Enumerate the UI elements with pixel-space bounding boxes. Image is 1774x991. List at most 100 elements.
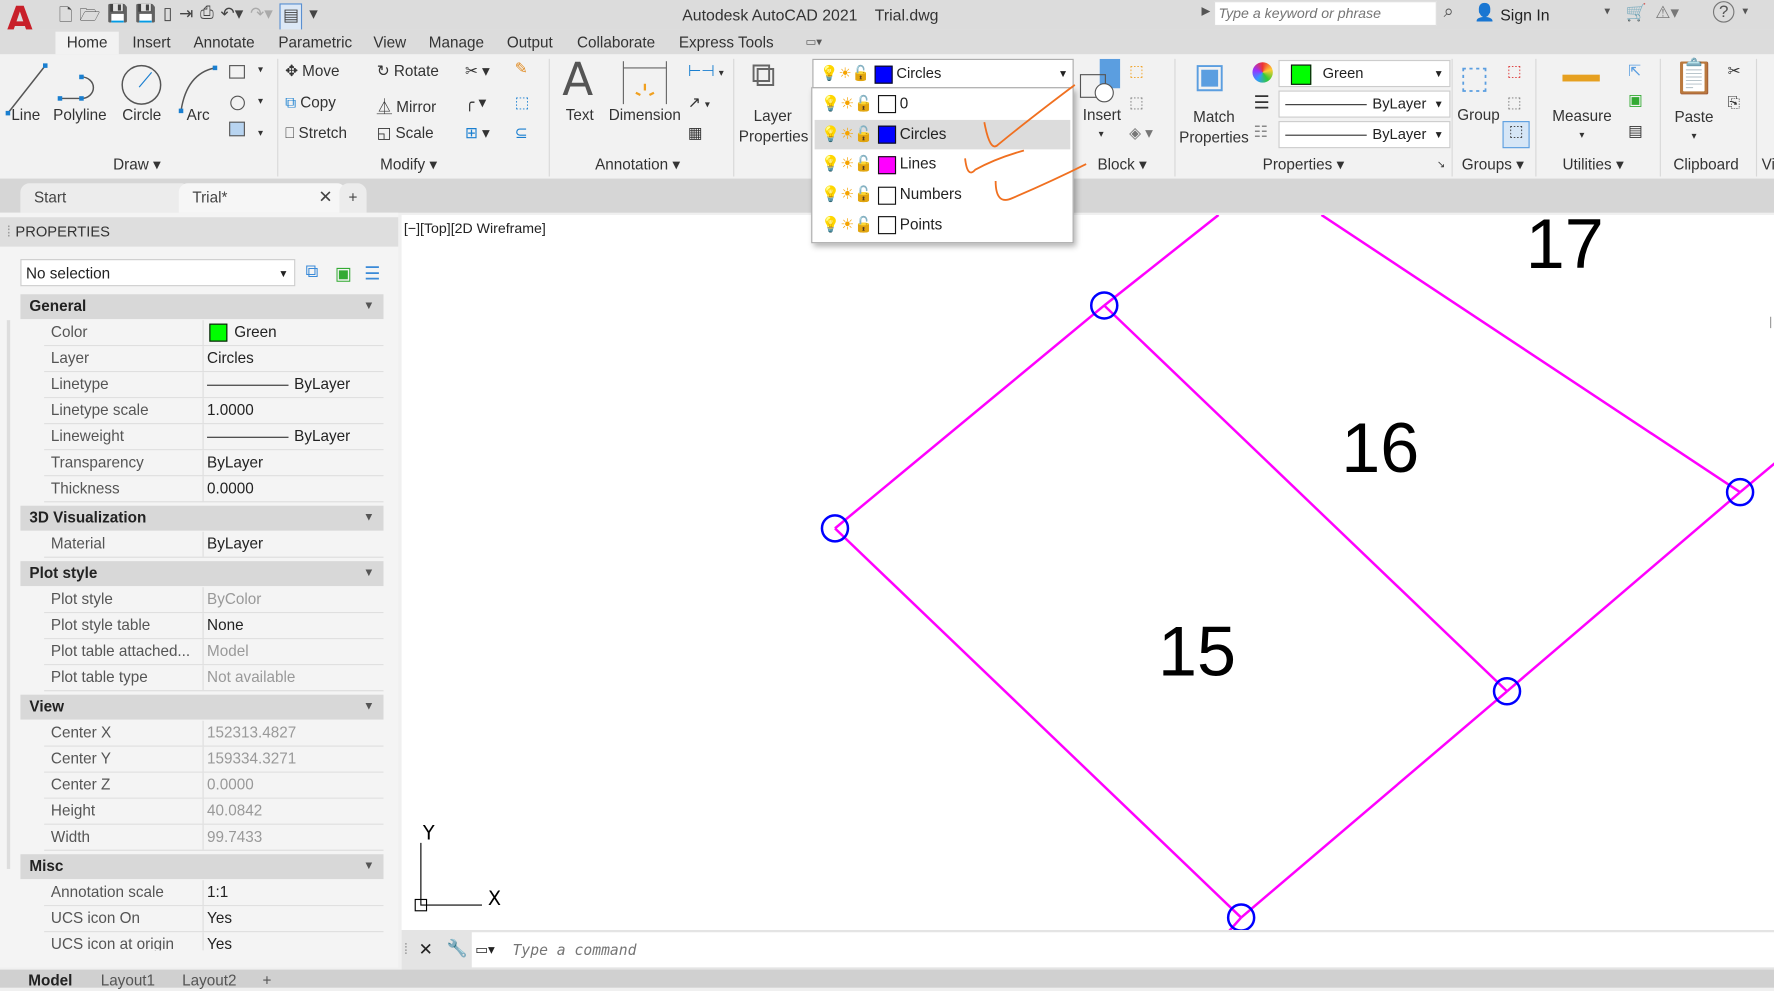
ellipse-dropdown-icon[interactable]: ▾ (258, 95, 263, 107)
select-all-icon[interactable]: ▣ (1628, 92, 1642, 110)
array-icon[interactable]: ⊞ ▾ (465, 124, 490, 142)
sign-in-link[interactable]: Sign In (1500, 6, 1549, 24)
close-icon[interactable]: ✕ (419, 939, 433, 959)
save-as-icon[interactable]: 💾 (135, 3, 156, 31)
measure-button[interactable]: Measure ▾ (1552, 107, 1611, 141)
group-selection-toggle[interactable]: ⬚ (1502, 121, 1530, 149)
tab-layout2[interactable]: Layout2 (182, 971, 236, 989)
plot-icon[interactable]: ⎙ (200, 3, 214, 31)
quick-select-icon[interactable]: ⇱ (1628, 62, 1641, 80)
section-misc[interactable]: Misc ▼ (20, 854, 384, 880)
drawing-viewport[interactable]: [−][Top][2D Wireframe] 15 16 17 X Y (401, 214, 1774, 931)
ucs-icon[interactable] (420, 842, 482, 906)
property-row[interactable]: Width 99.7433 (44, 824, 384, 851)
collapse-icon[interactable]: ▼ (363, 561, 374, 586)
tab-insert[interactable]: Insert (132, 32, 170, 55)
tab-parametric[interactable]: Parametric (278, 32, 352, 55)
redo-icon[interactable]: ↷▾ (250, 3, 273, 31)
attribute-icon[interactable]: ◈ ▾ (1129, 124, 1153, 142)
grip-icon[interactable]: ⁞ (404, 940, 408, 957)
tab-home[interactable]: Home (55, 31, 119, 55)
layer-properties-button[interactable]: Layer Properties (739, 106, 809, 147)
property-value[interactable]: 0.0000 (204, 773, 384, 798)
property-value[interactable]: ByLayer (204, 532, 384, 557)
property-row[interactable]: Linetype scale 1.0000 (44, 398, 384, 425)
search-input[interactable] (1213, 1, 1437, 27)
property-row[interactable]: Transparency ByLayer (44, 450, 384, 477)
property-row[interactable]: Center X 152313.4827 (44, 720, 384, 747)
property-value[interactable]: 0.0000 (204, 476, 384, 501)
copy-clip-icon[interactable]: ⎘ (1728, 94, 1740, 112)
command-input[interactable] (510, 936, 1194, 964)
mirror-button[interactable]: ⏅ Mirror (377, 94, 436, 117)
autodesk-app-icon[interactable]: ⚠▾ (1655, 2, 1679, 22)
property-row[interactable]: Thickness 0.0000 (44, 476, 384, 503)
property-row[interactable]: Annotation scale 1:1 (44, 880, 384, 907)
layer-item-numbers[interactable]: 💡☀🔓 Numbers (815, 180, 1071, 209)
layer-dropdown[interactable]: 💡☀🔓 Circles ▼ (812, 58, 1074, 89)
tab-model[interactable]: Model (28, 971, 72, 989)
number-label[interactable]: 17 (1526, 215, 1604, 283)
layer-item-0[interactable]: 💡☀🔓 0 (815, 89, 1071, 118)
line-segment[interactable] (1103, 214, 1220, 307)
rectangle-dropdown-icon[interactable]: ▾ (258, 63, 263, 75)
text-icon[interactable]: A (562, 54, 593, 106)
group-edit-icon[interactable]: ⬚ (1507, 94, 1521, 112)
group-button[interactable]: Group (1457, 106, 1499, 123)
line-segment[interactable] (1222, 916, 1243, 931)
expand-arrow-icon[interactable]: ▶ (1202, 6, 1211, 18)
properties-panel-label[interactable]: Properties ▾ (1263, 156, 1345, 174)
property-row[interactable]: Lineweight ByLayer (44, 424, 384, 451)
property-value[interactable]: Circles (204, 346, 384, 371)
trim-icon[interactable]: ✂ ▾ (465, 62, 490, 80)
new-tab-button[interactable]: + (339, 183, 367, 213)
property-row[interactable]: Height 40.0842 (44, 798, 384, 825)
offset-icon[interactable]: ⊆ (515, 124, 528, 142)
property-row[interactable]: Plot table attached... Model (44, 639, 384, 666)
property-value[interactable]: Green (204, 320, 384, 345)
grip-icon[interactable]: ⁞ (0, 223, 15, 240)
cart-icon[interactable]: 🛒 (1626, 2, 1647, 22)
share-icon[interactable]: ⇥ (179, 3, 193, 31)
undo-icon[interactable]: ↶▾ (221, 3, 244, 31)
explode-icon[interactable]: ⬚ (515, 94, 529, 112)
property-row[interactable]: Linetype ByLayer (44, 372, 384, 399)
line-segment[interactable] (1240, 690, 1508, 919)
leader-icon[interactable]: ↗ ▾ (688, 94, 710, 112)
paste-button[interactable]: Paste ▾ (1674, 109, 1713, 143)
edit-block-icon[interactable]: ⬚ (1129, 94, 1143, 112)
utilities-panel-label[interactable]: Utilities ▾ (1562, 156, 1623, 174)
text-button[interactable]: Text (566, 106, 594, 123)
sign-in-dropdown-icon[interactable]: ▾ (1604, 6, 1610, 18)
property-value[interactable]: 40.0842 (204, 799, 384, 824)
collapse-icon[interactable]: ▼ (363, 854, 374, 879)
section-3d-visualization[interactable]: 3D Visualization ▼ (20, 505, 384, 531)
color-dropdown[interactable]: Green ▼ (1278, 59, 1451, 88)
tab-manage[interactable]: Manage (429, 32, 484, 55)
collapse-icon[interactable]: ▼ (363, 695, 374, 720)
insert-button[interactable]: Insert ▾ (1083, 106, 1121, 140)
section-plot-style[interactable]: Plot style ▼ (20, 561, 384, 587)
property-value[interactable]: Yes (204, 932, 384, 951)
scale-button[interactable]: ◱ Scale (377, 124, 434, 142)
property-value[interactable]: ByColor (204, 587, 384, 612)
help-icon[interactable]: ? (1712, 1, 1735, 23)
calculator-icon[interactable]: ▤ (1628, 122, 1642, 140)
lineweight-dropdown[interactable]: ByLayer ▼ (1278, 90, 1451, 118)
property-row[interactable]: Plot style ByColor (44, 587, 384, 614)
property-value[interactable]: None (204, 613, 384, 638)
modify-panel-label[interactable]: Modify ▾ (380, 156, 437, 174)
tab-output[interactable]: Output (507, 32, 553, 55)
annotation-panel-label[interactable]: Annotation ▾ (595, 156, 680, 174)
tab-view[interactable]: View (373, 32, 406, 55)
line-segment[interactable] (834, 527, 1243, 919)
line-button[interactable]: Line (11, 106, 40, 123)
property-value[interactable]: 1.0000 (204, 398, 384, 423)
open-icon[interactable]: 🗁 (79, 3, 100, 31)
property-value[interactable]: 159334.3271 (204, 747, 384, 772)
section-general[interactable]: General ▼ (20, 294, 384, 320)
number-label[interactable]: 16 (1341, 409, 1419, 487)
hatch-dropdown-icon[interactable]: ▾ (258, 127, 263, 139)
ribbon-minimize-icon[interactable]: ▭▾ (806, 32, 822, 55)
circle-button[interactable]: Circle (122, 106, 161, 123)
